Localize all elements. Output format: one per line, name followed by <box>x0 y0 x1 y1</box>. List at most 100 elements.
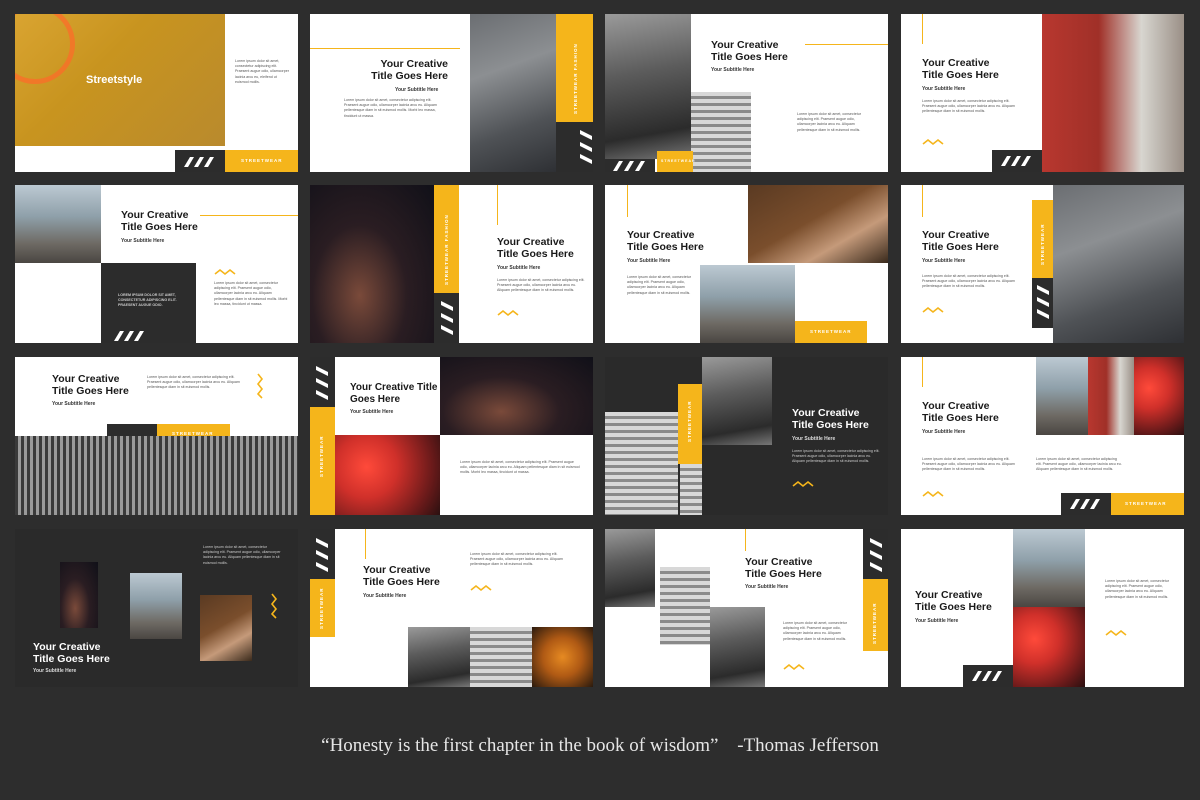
photo-man-red-wall <box>1042 14 1184 172</box>
slide-body: Lorem ipsum dolor sit amet, consectetur … <box>214 281 288 306</box>
slide-1[interactable]: Streetstyle Lorem ipsum dolor sit amet, … <box>15 14 298 172</box>
slide-title: Your Creative Title Goes Here <box>922 229 999 253</box>
stripes-icon <box>316 366 328 400</box>
accent-line <box>805 44 888 45</box>
slide-body: Lorem ipsum dolor sit amet, consectetur … <box>792 449 880 464</box>
slide-title: Your Creative Title Goes Here <box>915 589 992 613</box>
photo-building <box>408 627 470 687</box>
photo-curly-hair-man <box>200 595 252 661</box>
slide-7[interactable]: Your Creative Title Goes Here Your Subti… <box>605 185 888 343</box>
label-text: STREETWEAR <box>661 159 696 163</box>
slide-16[interactable]: Your Creative Title Goes Here Your Subti… <box>901 529 1184 687</box>
label-text: STREETWEAR <box>319 435 324 478</box>
slide-title: Your Creative Title Goes Here <box>745 556 822 580</box>
slide-body: Lorem ipsum dolor sit amet, consectetur … <box>147 375 240 390</box>
zigzag-icon <box>1105 629 1127 637</box>
photo-man-red-wall <box>1088 357 1134 435</box>
photo-yellow-hoodie <box>130 573 182 639</box>
label-text: STREETWEAR <box>1125 501 1167 506</box>
slide-11[interactable]: STREETWEAR Your Creative Title Goes Here… <box>605 357 888 515</box>
photo-man-reaching <box>1036 357 1088 435</box>
zigzag-icon <box>256 373 264 399</box>
slide-body-2: Lorem ipsum dolor sit amet, consectetur … <box>1036 457 1122 472</box>
slide-body: Lorem ipsum dolor sit amet, consectetur … <box>922 274 1015 289</box>
photo-bw-coat <box>710 607 765 687</box>
slide-body: Lorem ipsum dolor sit amet, consectetur … <box>922 457 1015 472</box>
label-text: STREETWEAR <box>687 400 692 443</box>
slide-subtitle: Your Subtitle Here <box>792 436 836 442</box>
accent-line <box>365 529 366 559</box>
photo-man-reaching <box>1013 529 1085 607</box>
slide-title: Your Creative Title Goes Here <box>497 236 574 260</box>
label-text: STREETWEAR <box>241 158 283 163</box>
photo-building-stairs <box>605 14 691 159</box>
photo-woman-sunglasses <box>1134 357 1184 435</box>
dark-block-text: LOREM IPSUM DOLOR SIT AMET, CONSECTETUR … <box>118 293 177 308</box>
zigzag-icon <box>270 593 278 619</box>
accent-line <box>922 357 923 387</box>
zigzag-icon <box>922 138 944 146</box>
photo-masked-man-night <box>440 357 593 435</box>
slide-13[interactable]: Lorem ipsum dolor sit amet, consectetur … <box>15 529 298 687</box>
photo-night-street <box>310 185 434 343</box>
slide-body: Lorem ipsum dolor sit amet, consectetur … <box>470 552 563 567</box>
slide-title: Your Creative Title Goes Here <box>350 382 438 405</box>
accent-line <box>497 185 498 225</box>
slide-9[interactable]: Your Creative Title Goes Here Your Subti… <box>15 357 298 515</box>
stripes-icon <box>1037 285 1049 319</box>
slide-14[interactable]: STREETWEAR Your Creative Title Goes Here… <box>310 529 593 687</box>
slide-body: Lorem ipsum dolor sit amet, consectetur … <box>497 278 585 293</box>
photo-bw-railing <box>15 436 298 515</box>
photo-night-street <box>60 562 98 628</box>
slide-title: Your Creative Title Goes Here <box>363 564 440 588</box>
slide-2[interactable]: Your Creative Title Goes Here Your Subti… <box>310 14 593 172</box>
slide-title: Your Creative Title Goes Here <box>711 39 788 63</box>
dark-block <box>107 424 157 436</box>
photo-stairs <box>691 92 751 172</box>
accent-line <box>745 529 746 551</box>
label-text: STREETWEAR <box>872 602 877 645</box>
stripes-icon <box>441 301 453 335</box>
zigzag-icon <box>214 268 236 276</box>
photo-stairs <box>470 627 532 687</box>
photo-man-pink-jacket <box>1053 185 1184 343</box>
slide-5[interactable]: Your Creative Title Goes Here Your Subti… <box>15 185 298 343</box>
photo-stairs <box>680 464 702 515</box>
zigzag-icon <box>783 663 805 671</box>
photo-man-pink-jacket <box>470 14 556 172</box>
accent-line <box>200 215 298 216</box>
slide-title: Your Creative Title Goes Here <box>33 641 110 665</box>
zigzag-icon <box>470 584 492 592</box>
accent-line <box>627 185 628 217</box>
slide-subtitle: Your Subtitle Here <box>121 238 165 244</box>
slide-3[interactable]: STREETWEAR Your Creative Title Goes Here… <box>605 14 888 172</box>
label-text: STREETWEAR FASHION <box>444 214 449 285</box>
slide-subtitle: Your Subtitle Here <box>350 409 394 415</box>
zigzag-icon <box>497 309 519 317</box>
slide-subtitle: Your Subtitle Here <box>363 593 407 599</box>
slide-title: Your Creative Title Goes Here <box>121 209 198 233</box>
footer-quote: “Honesty is the first chapter in the boo… <box>0 735 1200 757</box>
photo-woman-sunglasses <box>1013 607 1085 687</box>
photo-bw-coat <box>702 357 772 445</box>
slide-15[interactable]: Your Creative Title Goes Here Your Subti… <box>605 529 888 687</box>
slide-8[interactable]: Your Creative Title Goes Here Your Subti… <box>901 185 1184 343</box>
slide-body: Lorem ipsum dolor sit amet, consectetur … <box>344 98 437 118</box>
slide-6[interactable]: STREETWEAR FASHION Your Creative Title G… <box>310 185 593 343</box>
slide-body: Lorem ipsum dolor sit amet, consectetur … <box>1105 579 1169 599</box>
slide-body: Lorem ipsum dolor sit amet, consectetur … <box>922 99 1015 114</box>
stripes-icon <box>1001 156 1031 166</box>
label-text: STREETWEAR <box>1040 223 1045 266</box>
slide-12[interactable]: Your Creative Title Goes Here Your Subti… <box>901 357 1184 515</box>
slide-subtitle: Your Subtitle Here <box>33 668 77 674</box>
slide-subtitle: Your Subtitle Here <box>922 429 966 435</box>
slide-4[interactable]: Your Creative Title Goes Here Your Subti… <box>901 14 1184 172</box>
slide-10[interactable]: STREETWEAR Your Creative Title Goes Here… <box>310 357 593 515</box>
photo-yellow-hoodie <box>700 265 795 343</box>
accent-line <box>922 14 923 44</box>
slide-subtitle: Your Subtitle Here <box>52 401 96 407</box>
zigzag-icon <box>792 480 814 488</box>
photo-orange-smoke <box>532 627 593 687</box>
stripes-icon <box>870 538 882 572</box>
photo-stairs-person <box>605 412 678 515</box>
